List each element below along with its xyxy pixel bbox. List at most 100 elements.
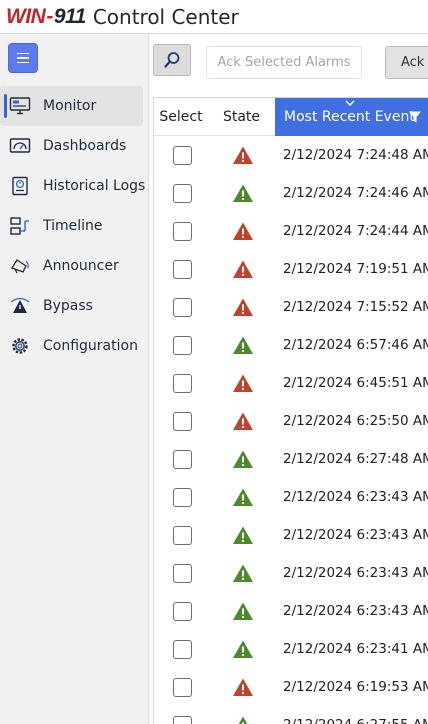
sidebar-item-timeline[interactable]: Timeline [0,206,149,246]
row-select-checkbox[interactable] [173,602,192,621]
alarm-state-icon [233,298,253,316]
normal-state-icon [233,184,253,202]
sidebar-item-label: Announcer [43,258,119,274]
table-row[interactable]: 2/12/2024 6:27:48 AM [154,440,428,478]
sidebar-item-announcer[interactable]: Announcer [0,246,149,286]
table-row[interactable]: 2/12/2024 6:27:55 AM [154,706,428,724]
table-row[interactable]: 2/12/2024 7:24:44 AM [154,212,428,250]
toolbar: Ack Selected Alarms Ack ... [149,34,428,92]
table-row[interactable]: 2/12/2024 6:57:46 AM [154,326,428,364]
alarm-state-icon [233,260,253,278]
normal-state-icon [233,336,253,354]
normal-state-icon [233,526,253,544]
win911-logo: WIN -911 [6,5,86,29]
title-bar: WIN -911 Control Center [0,0,428,34]
hamburger-icon [17,52,29,55]
row-select-checkbox[interactable] [173,678,192,697]
logo-dash: - [46,4,53,28]
table-row[interactable]: 2/12/2024 6:23:41 AM [154,630,428,668]
timeline-icon [9,215,31,237]
row-select-checkbox[interactable] [173,146,192,165]
filter-icon[interactable] [408,110,422,124]
sidebar-nav: Monitor Dashboards Historical Logs Timel… [0,86,149,366]
row-select-checkbox[interactable] [173,184,192,203]
bypass-icon [9,295,31,317]
sidebar-item-historical-logs[interactable]: Historical Logs [0,166,149,206]
row-select-checkbox[interactable] [173,336,192,355]
table-row[interactable]: 2/12/2024 6:23:43 AM [154,554,428,592]
row-select-checkbox[interactable] [173,564,192,583]
sidebar-item-monitor[interactable]: Monitor [0,86,143,126]
sidebar: Monitor Dashboards Historical Logs Timel… [0,34,149,724]
event-time: 2/12/2024 6:45:51 AM [283,375,428,391]
event-time: 2/12/2024 6:57:46 AM [283,337,428,353]
column-header-state[interactable]: State [208,98,275,136]
event-time: 2/12/2024 7:24:44 AM [283,223,428,239]
grid-body: 2/12/2024 7:24:48 AM 2/12/2024 7:24:46 AM… [154,136,428,724]
row-select-checkbox[interactable] [173,450,192,469]
column-header-select[interactable]: Select [154,98,208,136]
event-time: 2/12/2024 7:24:48 AM [283,147,428,163]
sidebar-item-label: Configuration [43,338,138,354]
table-row[interactable]: 2/12/2024 7:15:52 AM [154,288,428,326]
event-time: 2/12/2024 6:25:50 AM [283,413,428,429]
historical-logs-icon [9,175,31,197]
alarm-grid: Select State Most Recent Event 2/12/2024… [153,97,428,724]
row-select-checkbox[interactable] [173,640,192,659]
alarm-state-icon [233,222,253,240]
search-button[interactable] [153,44,191,76]
ack-all-button[interactable]: Ack ... [385,46,428,79]
event-time: 2/12/2024 6:23:41 AM [283,641,428,657]
gear-icon [9,335,31,357]
row-select-checkbox[interactable] [173,374,192,393]
sidebar-item-bypass[interactable]: Bypass [0,286,149,326]
sidebar-item-label: Historical Logs [43,178,146,194]
table-row[interactable]: 2/12/2024 7:24:48 AM [154,136,428,174]
sidebar-item-label: Monitor [43,98,97,114]
event-time: 2/12/2024 6:27:55 AM [283,706,428,724]
normal-state-icon [233,602,253,620]
sidebar-item-configuration[interactable]: Configuration [0,326,149,366]
normal-state-icon [233,450,253,468]
table-row[interactable]: 2/12/2024 6:23:43 AM [154,516,428,554]
table-row[interactable]: 2/12/2024 6:23:43 AM [154,478,428,516]
row-select-checkbox[interactable] [173,412,192,431]
ack-selected-alarms-button[interactable]: Ack Selected Alarms [206,46,362,79]
table-row[interactable]: 2/12/2024 7:24:46 AM [154,174,428,212]
table-row[interactable]: 2/12/2024 7:19:51 AM [154,250,428,288]
row-select-checkbox[interactable] [173,716,192,724]
chevron-down-icon[interactable] [345,100,355,106]
event-time: 2/12/2024 6:27:48 AM [283,451,428,467]
sidebar-item-label: Bypass [43,298,93,314]
dashboard-icon [9,135,31,157]
row-select-checkbox[interactable] [173,298,192,317]
table-row[interactable]: 2/12/2024 6:45:51 AM [154,364,428,402]
column-header-label: Most Recent Event [284,109,415,125]
event-time: 2/12/2024 6:19:53 AM [283,679,428,695]
logo-number: 911 [53,4,86,28]
event-time: 2/12/2024 6:23:43 AM [283,527,428,543]
logo-win: WIN [6,4,46,28]
menu-toggle-button[interactable] [8,43,38,73]
sidebar-item-label: Dashboards [43,138,127,154]
row-select-checkbox[interactable] [173,222,192,241]
row-select-checkbox[interactable] [173,260,192,279]
alarm-state-icon [233,146,253,164]
event-time: 2/12/2024 7:24:46 AM [283,185,428,201]
normal-state-icon [238,716,248,724]
column-header-most-recent-event[interactable]: Most Recent Event [275,98,428,136]
search-icon [164,52,180,68]
normal-state-icon [233,488,253,506]
alarm-state-icon [233,678,253,696]
event-time: 2/12/2024 6:23:43 AM [283,565,428,581]
row-select-checkbox[interactable] [173,526,192,545]
table-row[interactable]: 2/12/2024 6:19:53 AM [154,668,428,706]
row-select-checkbox[interactable] [173,488,192,507]
sidebar-item-dashboards[interactable]: Dashboards [0,126,149,166]
event-time: 2/12/2024 6:23:43 AM [283,489,428,505]
alarm-state-icon [233,412,253,430]
normal-state-icon [233,640,253,658]
table-row[interactable]: 2/12/2024 6:23:43 AM [154,592,428,630]
table-row[interactable]: 2/12/2024 6:25:50 AM [154,402,428,440]
app-title: Control Center [92,4,239,29]
